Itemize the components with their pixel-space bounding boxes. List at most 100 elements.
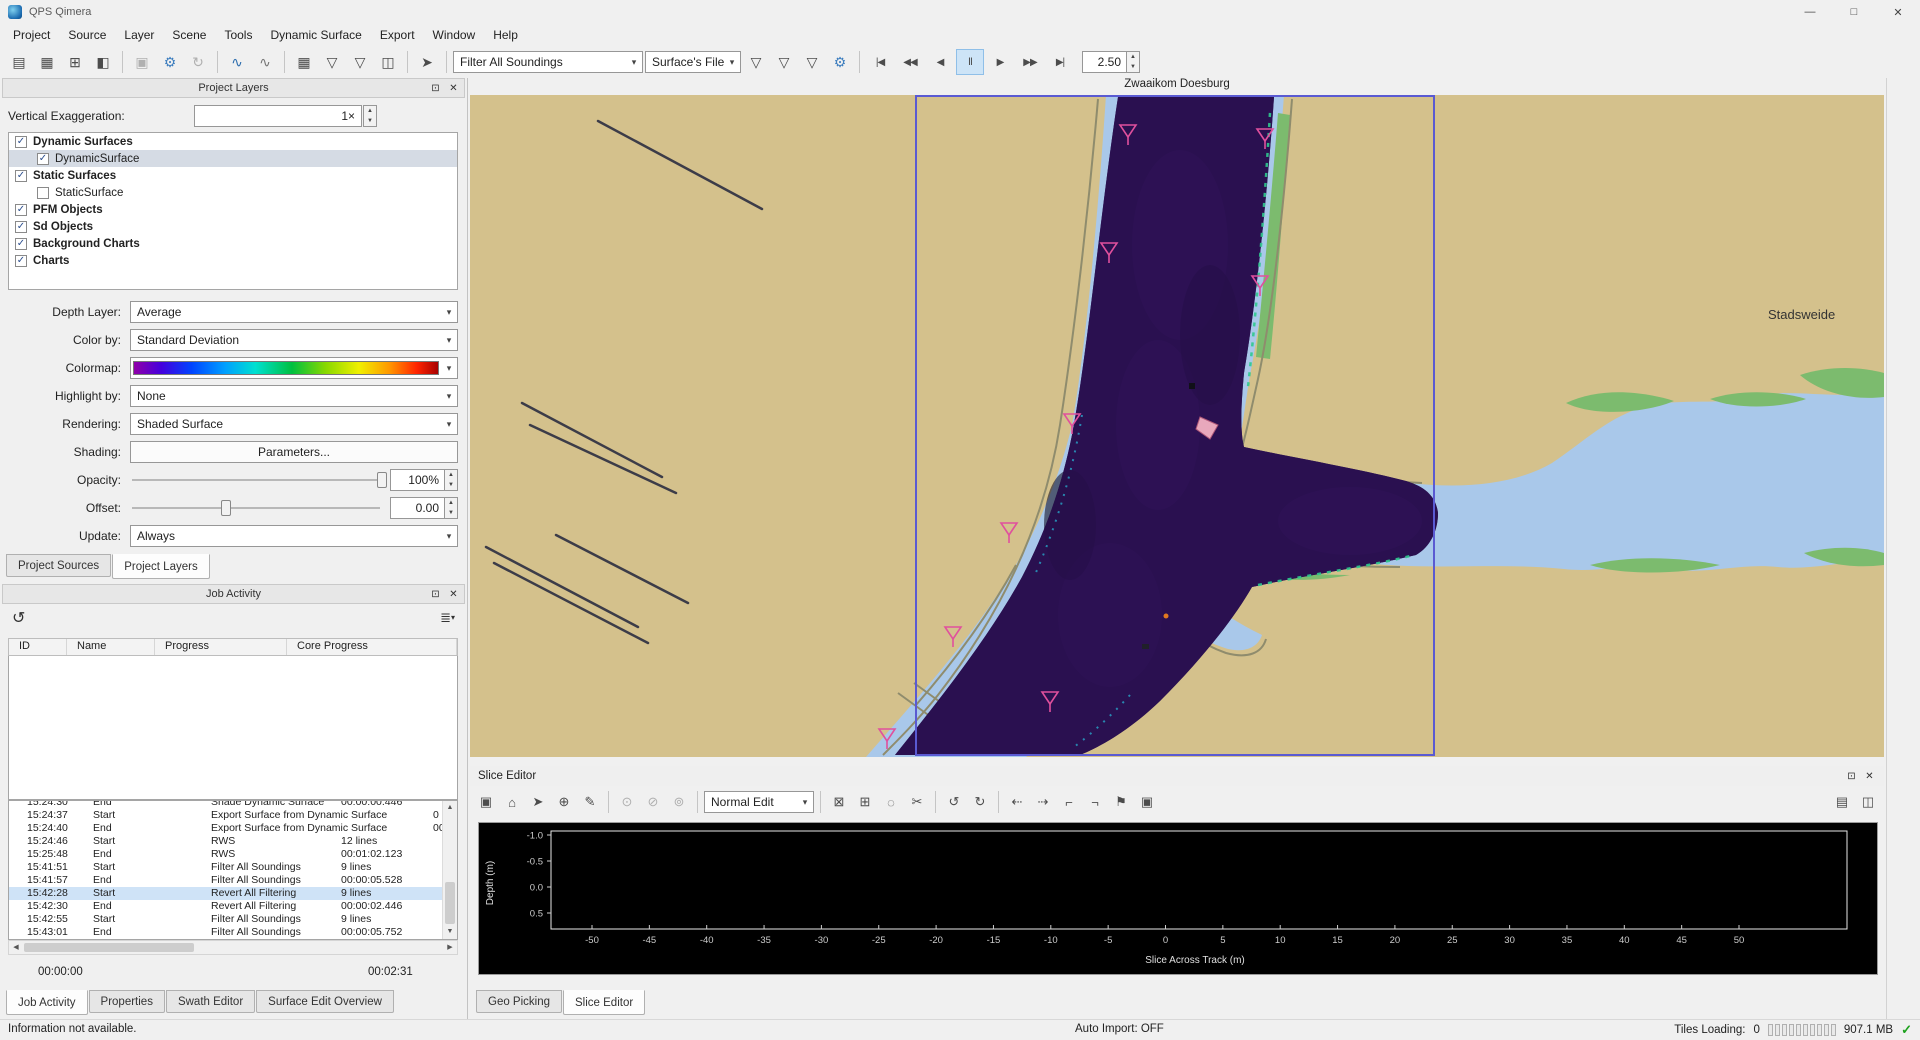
column-header-id[interactable]: ID [9,639,67,655]
pick-arrow-icon[interactable]: ➤ [526,790,550,814]
spin-up-icon[interactable]: ▲ [364,106,376,116]
tab-slice-editor[interactable]: Slice Editor [563,990,645,1015]
report-icon[interactable]: ▤ [1830,790,1854,814]
zoom-icon[interactable]: ⊕ [552,790,576,814]
tab-project-sources[interactable]: Project Sources [6,554,111,577]
float-panel-icon[interactable]: ⊡ [429,83,442,94]
horizontal-scrollbar[interactable]: ◀ ▶ [8,940,458,955]
tab-geo-picking[interactable]: Geo Picking [476,990,562,1013]
checkbox-checked[interactable]: ✓ [15,136,27,148]
checkbox-checked[interactable]: ✓ [15,255,27,267]
processing-settings-icon[interactable]: ⚙ [157,49,183,75]
checkbox-checked[interactable]: ✓ [15,170,27,182]
float-panel-icon[interactable]: ⊡ [1845,771,1858,782]
menu-project[interactable]: Project [4,26,59,44]
reprocess-icon[interactable]: ↻ [185,49,211,75]
point-edit-icon[interactable]: ⊙ [615,790,639,814]
step-forward-button[interactable]: ▶ [986,49,1014,75]
spin-up-icon[interactable]: ▲ [1127,52,1139,62]
normal-edit-dropdown[interactable]: Normal Edit▾ [704,791,814,813]
fast-forward-button[interactable]: ▶▶ [1016,49,1044,75]
minimize-button[interactable]: — [1788,0,1832,24]
step-back-button[interactable]: ◀ [926,49,954,75]
menu-scene[interactable]: Scene [163,26,215,44]
spin-up-icon[interactable]: ▲ [445,470,457,480]
tree-item-dynamic-surfaces[interactable]: ✓Dynamic Surfaces [9,133,457,150]
spinner-buttons[interactable]: ▲▼ [444,469,458,491]
close-button[interactable]: ✕ [1876,0,1920,24]
filter-gear-icon[interactable]: ⚙ [827,49,853,75]
column-header-core-progress[interactable]: Core Progress [287,639,457,655]
job-list-menu-icon[interactable]: ≣▾ [440,610,455,626]
map-view[interactable]: Stadsweide [470,95,1884,757]
go-first-button[interactable]: |◀ [866,49,894,75]
spin-down-icon[interactable]: ▼ [1127,62,1139,72]
column-header-progress[interactable]: Progress [155,639,287,655]
menu-source[interactable]: Source [59,26,115,44]
close-panel-icon[interactable]: ✕ [1863,771,1876,782]
scroll-right-icon[interactable]: ▶ [443,941,457,954]
fast-rewind-button[interactable]: ◀◀ [896,49,924,75]
copy-icon[interactable]: ▣ [129,49,155,75]
parameters-button[interactable]: Parameters... [130,441,458,463]
checkbox-unchecked[interactable] [37,187,49,199]
grid-toggle-icon[interactable]: ⊞ [853,790,877,814]
column-header-name[interactable]: Name [67,639,155,655]
spin-up-icon[interactable]: ▲ [445,498,457,508]
filter-accept-icon[interactable]: ▽ [743,49,769,75]
playback-speed-spinbox[interactable]: 2.50▲▼ [1082,51,1140,73]
checkbox-checked[interactable]: ✓ [15,238,27,250]
spin-down-icon[interactable]: ▼ [445,480,457,490]
sounding-select-icon[interactable]: ➤ [414,49,440,75]
spin-down-icon[interactable]: ▼ [445,508,457,518]
screen-layout-icon[interactable]: ◫ [1856,790,1880,814]
filter-settings-icon[interactable]: ▽ [799,49,825,75]
dropdown-color-by[interactable]: Standard Deviation▾ [130,329,458,351]
tree-item-static-surfaces[interactable]: ✓Static Surfaces [9,167,457,184]
spinner-buttons[interactable]: ▲▼ [444,497,458,519]
checkbox-checked[interactable]: ✓ [37,153,49,165]
rotate-right-icon[interactable]: ¬ [1083,790,1107,814]
cube-view-icon[interactable]: ◫ [375,49,401,75]
menu-layer[interactable]: Layer [115,26,163,44]
menu-window[interactable]: Window [424,26,485,44]
tree-item-charts[interactable]: ✓Charts [9,252,457,269]
vertical-scrollbar[interactable]: ▲ ▼ [442,801,457,939]
new-project-icon[interactable]: ▤ [6,49,32,75]
menu-tools[interactable]: Tools [215,26,261,44]
job-table-body[interactable] [8,656,458,800]
slider-handle[interactable] [221,500,231,516]
home-view-icon[interactable]: ⌂ [500,790,524,814]
dropdown-highlight-by[interactable]: None▾ [130,385,458,407]
scrollbar-thumb[interactable] [445,882,455,924]
filter-reject-icon[interactable]: ▽ [771,49,797,75]
filter-soundings-dropdown[interactable]: Filter All Soundings▾ [453,51,643,73]
shift-left-icon[interactable]: ⇠ [1005,790,1029,814]
close-panel-icon[interactable]: ✕ [447,83,460,94]
point-reject-icon[interactable]: ⊘ [641,790,665,814]
rotate-left-icon[interactable]: ⌐ [1057,790,1081,814]
scroll-left-icon[interactable]: ◀ [9,941,23,954]
scroll-down-icon[interactable]: ▼ [443,925,457,939]
vertical-exaggeration-input[interactable]: 1× [194,105,362,127]
spin-down-icon[interactable]: ▼ [364,116,376,126]
menu-dynamic-surface[interactable]: Dynamic Surface [261,26,370,44]
scrollbar-thumb[interactable] [24,943,194,952]
tab-job-activity[interactable]: Job Activity [6,990,88,1015]
tab-surface-edit-overview[interactable]: Surface Edit Overview [256,990,394,1013]
slice-plot[interactable]: Depth (m) -1.0-0.50.00.5 -50-45-40-35-30… [478,822,1878,975]
tree-item-sd-objects[interactable]: ✓Sd Objects [9,218,457,235]
tab-properties[interactable]: Properties [89,990,165,1013]
shift-right-icon[interactable]: ⇢ [1031,790,1055,814]
refresh-jobs-icon[interactable]: ↺ [12,608,25,628]
slider-opacity[interactable] [130,469,382,491]
colormap-dropdown[interactable]: ▾ [130,357,458,379]
scroll-up-icon[interactable]: ▲ [443,801,457,815]
flag-icon[interactable]: ⚑ [1109,790,1133,814]
camera-icon[interactable]: ▣ [1135,790,1159,814]
undo-icon[interactable]: ↺ [942,790,966,814]
tree-item-background-charts[interactable]: ✓Background Charts [9,235,457,252]
tab-project-layers[interactable]: Project Layers [112,554,210,579]
job-log-container[interactable]: 15:24:30EndShade Dynamic Surface00:00:00… [8,800,458,940]
menu-export[interactable]: Export [371,26,424,44]
